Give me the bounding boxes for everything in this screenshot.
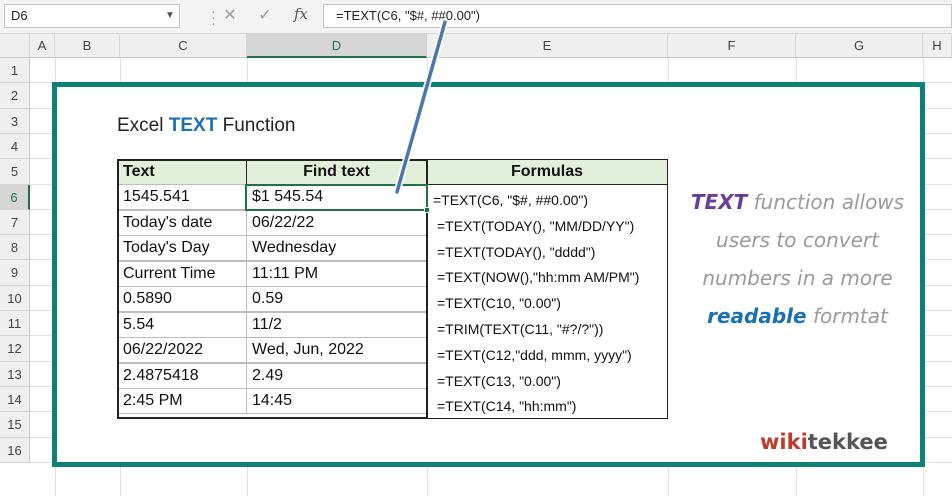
side-note-line2: users to convert: [716, 228, 879, 252]
logo-part1: wiki: [760, 430, 808, 454]
wikitekkee-logo: wikitekkee: [760, 430, 888, 454]
side-line4-rest: formtat: [806, 304, 888, 328]
logo-part2: tekkee: [807, 430, 888, 454]
side-line1-rest: function allows: [747, 190, 905, 214]
side-keyword-text: TEXT: [690, 190, 748, 214]
side-note-line1: TEXT function allows: [680, 190, 915, 214]
side-note-line3: numbers in a more: [702, 266, 893, 290]
side-keyword-readable: readable: [707, 304, 807, 328]
side-note-line4: readable formtat: [680, 304, 915, 328]
